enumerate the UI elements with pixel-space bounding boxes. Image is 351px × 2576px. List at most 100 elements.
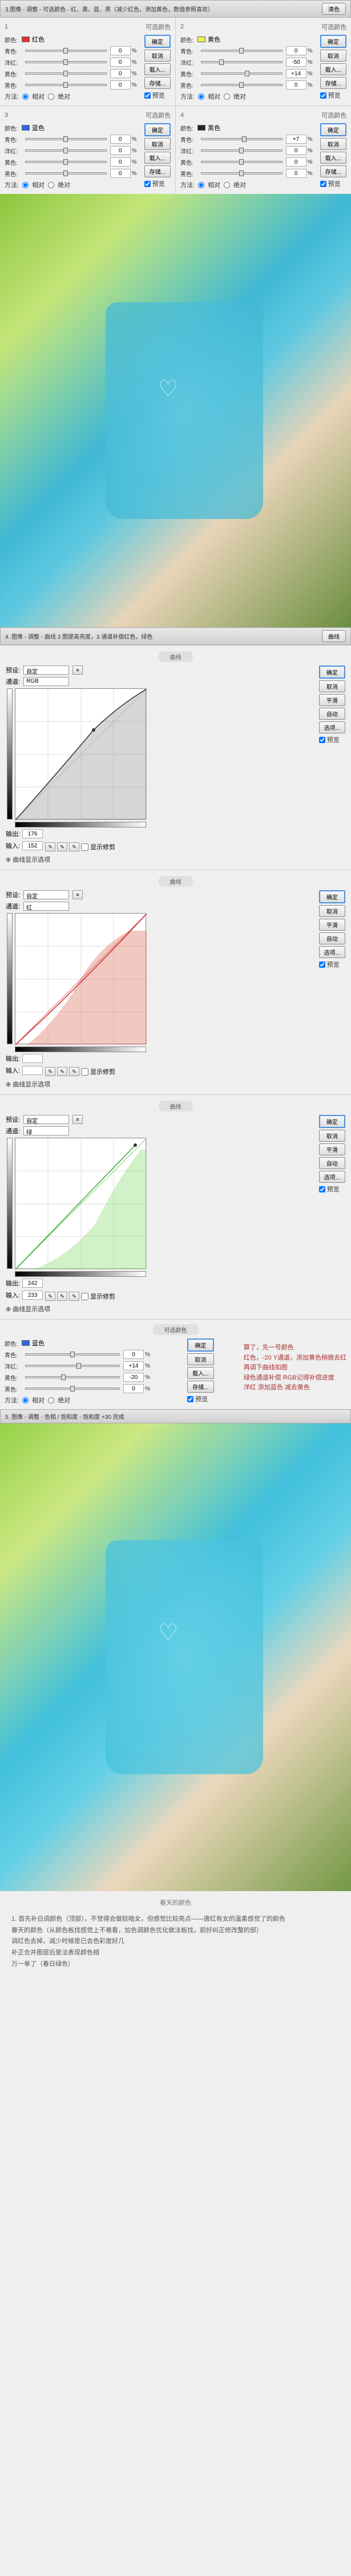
- magenta-value[interactable]: [286, 58, 306, 67]
- magenta-value[interactable]: [123, 1361, 144, 1370]
- smooth-button[interactable]: 平滑: [319, 694, 345, 706]
- ok-button[interactable]: 确定: [320, 35, 346, 48]
- preview-checkbox[interactable]: [144, 181, 151, 187]
- curve-options-toggle[interactable]: ⊕: [6, 1305, 11, 1313]
- black-value[interactable]: [110, 80, 131, 90]
- method-absolute[interactable]: [48, 94, 54, 100]
- preview-checkbox[interactable]: [320, 181, 326, 187]
- cancel-button[interactable]: 取消: [144, 138, 171, 150]
- options-button[interactable]: 选项...: [319, 946, 345, 958]
- auto-button[interactable]: 自动: [319, 932, 345, 944]
- cancel-button[interactable]: 取消: [187, 1353, 213, 1365]
- input-value[interactable]: [22, 1291, 43, 1300]
- cancel-button[interactable]: 取消: [320, 50, 346, 62]
- preset-menu-icon[interactable]: ≡: [72, 666, 83, 675]
- eyedropper-white-icon[interactable]: ✎: [69, 1292, 79, 1301]
- preview-checkbox[interactable]: [320, 92, 326, 99]
- method-relative[interactable]: [198, 182, 204, 188]
- save-button[interactable]: 存储...: [187, 1381, 213, 1393]
- magenta-value[interactable]: [110, 146, 131, 155]
- smooth-button[interactable]: 平滑: [319, 919, 345, 931]
- yellow-slider[interactable]: [201, 72, 283, 75]
- yellow-slider[interactable]: [25, 1376, 120, 1378]
- load-button[interactable]: 载入...: [144, 63, 171, 75]
- black-slider[interactable]: [201, 172, 283, 175]
- black-value[interactable]: [110, 169, 131, 178]
- cancel-button[interactable]: 取消: [319, 905, 345, 917]
- method-relative[interactable]: [22, 1397, 29, 1403]
- curves-graph[interactable]: [15, 688, 146, 820]
- options-button[interactable]: 选项...: [319, 1171, 345, 1183]
- eyedropper-gray-icon[interactable]: ✎: [57, 1067, 67, 1076]
- cancel-button[interactable]: 取消: [320, 138, 346, 150]
- magenta-value[interactable]: [110, 58, 131, 67]
- yellow-value[interactable]: [286, 157, 306, 167]
- input-value[interactable]: [22, 841, 43, 850]
- yellow-slider[interactable]: [25, 72, 107, 75]
- method-relative[interactable]: [22, 182, 29, 188]
- curve-options-toggle[interactable]: ⊕: [6, 856, 11, 863]
- black-slider[interactable]: [25, 172, 107, 175]
- cyan-value[interactable]: [286, 46, 306, 55]
- ok-button[interactable]: 确定: [319, 666, 345, 679]
- preset-menu-icon[interactable]: ≡: [72, 890, 83, 899]
- load-button[interactable]: 载入...: [144, 152, 171, 164]
- ok-button[interactable]: 确定: [144, 123, 171, 136]
- preview-checkbox[interactable]: [319, 962, 325, 968]
- ok-button[interactable]: 确定: [319, 1115, 345, 1128]
- auto-button[interactable]: 自动: [319, 1157, 345, 1169]
- ok-button[interactable]: 确定: [319, 890, 345, 903]
- eyedropper-black-icon[interactable]: ✎: [45, 1292, 55, 1301]
- load-button[interactable]: 载入...: [320, 152, 346, 164]
- output-value[interactable]: [22, 1054, 43, 1063]
- yellow-slider[interactable]: [201, 161, 283, 163]
- yellow-value[interactable]: [123, 1373, 144, 1382]
- curves-graph[interactable]: [15, 1138, 146, 1269]
- preset-select[interactable]: 自定: [23, 1115, 69, 1124]
- preset-select[interactable]: 自定: [23, 890, 69, 899]
- ok-button[interactable]: 确定: [320, 123, 346, 136]
- smooth-button[interactable]: 平滑: [319, 1143, 345, 1155]
- magenta-slider[interactable]: [201, 61, 283, 63]
- eyedropper-black-icon[interactable]: ✎: [45, 1067, 55, 1076]
- eyedropper-gray-icon[interactable]: ✎: [57, 842, 67, 851]
- method-absolute[interactable]: [48, 1397, 54, 1403]
- cyan-value[interactable]: [286, 135, 306, 144]
- load-button[interactable]: 载入...: [187, 1367, 213, 1379]
- eyedropper-black-icon[interactable]: ✎: [45, 842, 55, 851]
- cyan-slider[interactable]: [25, 50, 107, 52]
- yellow-slider[interactable]: [25, 161, 107, 163]
- method-absolute[interactable]: [48, 182, 54, 188]
- eyedropper-white-icon[interactable]: ✎: [69, 1067, 79, 1076]
- channel-select[interactable]: 绿: [23, 1126, 69, 1135]
- output-value[interactable]: [22, 829, 43, 838]
- preview-checkbox[interactable]: [144, 92, 151, 99]
- cancel-button[interactable]: 取消: [319, 680, 345, 692]
- save-button[interactable]: 存储...: [320, 77, 346, 89]
- show-clip-checkbox[interactable]: [81, 843, 88, 851]
- cancel-button[interactable]: 取消: [319, 1130, 345, 1142]
- cyan-slider[interactable]: [201, 50, 283, 52]
- channel-select[interactable]: RGB: [23, 677, 69, 686]
- eyedropper-gray-icon[interactable]: ✎: [57, 1292, 67, 1301]
- step3-badge[interactable]: 清色: [322, 3, 346, 15]
- show-clip-checkbox[interactable]: [81, 1068, 88, 1076]
- output-value[interactable]: [22, 1279, 43, 1288]
- cancel-button[interactable]: 取消: [144, 50, 171, 62]
- magenta-slider[interactable]: [201, 149, 283, 152]
- step4-badge[interactable]: 曲线: [322, 630, 346, 642]
- cyan-slider[interactable]: [201, 138, 283, 140]
- magenta-slider[interactable]: [25, 61, 107, 63]
- ok-button[interactable]: 确定: [187, 1338, 213, 1352]
- black-value[interactable]: [123, 1384, 144, 1393]
- input-value[interactable]: [22, 1066, 43, 1075]
- preset-select[interactable]: 自定: [23, 666, 69, 675]
- save-button[interactable]: 存储...: [144, 165, 171, 177]
- options-button[interactable]: 选项...: [319, 721, 345, 733]
- cyan-value[interactable]: [110, 46, 131, 55]
- curves-graph[interactable]: [15, 913, 146, 1044]
- black-slider[interactable]: [25, 84, 107, 86]
- magenta-slider[interactable]: [25, 149, 107, 152]
- load-button[interactable]: 载入...: [320, 63, 346, 75]
- magenta-value[interactable]: [286, 146, 306, 155]
